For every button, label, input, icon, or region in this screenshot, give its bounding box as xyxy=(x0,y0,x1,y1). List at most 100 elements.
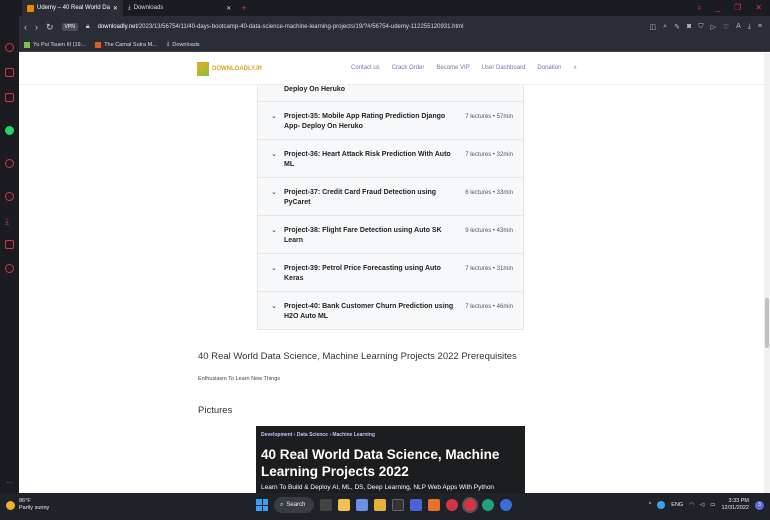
back-icon[interactable]: ‹ xyxy=(24,22,27,32)
download-icon[interactable]: ⤓ xyxy=(748,23,751,31)
close-tab-icon[interactable]: ✕ xyxy=(226,5,231,12)
history-icon[interactable] xyxy=(5,192,14,201)
page-scrollbar[interactable] xyxy=(764,53,770,493)
split-view-icon[interactable]: ◫ xyxy=(650,23,657,31)
tab-label: Downloads xyxy=(133,5,164,11)
site-header: DOWNLOADLY.IR Contact us Crack Order Bec… xyxy=(19,53,764,85)
bookmark-item[interactable]: ⤓ Downloads xyxy=(167,41,200,48)
tab-udemy[interactable]: Udemy – 40 Real World Da ✕ xyxy=(22,0,123,16)
vpn-badge[interactable]: VPN xyxy=(61,23,78,31)
app-icon[interactable] xyxy=(356,499,368,511)
volume-icon[interactable]: ◁ xyxy=(700,502,704,508)
curriculum-row[interactable]: ⌄ Project-39: Petrol Price Forecasting u… xyxy=(257,254,524,292)
section-meta: 9 lectures • 43min xyxy=(465,228,513,234)
curriculum-row[interactable]: ⌄ Project-35: Mobile App Rating Predicti… xyxy=(257,102,524,140)
menu-donation[interactable]: Donation xyxy=(537,65,561,72)
opera-active-icon[interactable] xyxy=(464,499,476,511)
weather-widget[interactable]: 86°F Partly sunny xyxy=(6,498,49,512)
taskbar-search[interactable]: ⌕ Search xyxy=(274,497,314,513)
reload-icon[interactable]: ↻ xyxy=(46,22,54,33)
section-title: Project-37: Credit Card Fraud Detection … xyxy=(284,189,437,206)
system-tray: ^ ENG ◠ ◁ ▭ 3:33 PM 12/31/2022 3 xyxy=(649,498,764,512)
language-indicator[interactable]: ENG xyxy=(671,502,683,508)
windows-start-icon[interactable] xyxy=(256,499,268,511)
temperature: 86°F xyxy=(19,498,31,504)
opera-icon[interactable] xyxy=(446,499,458,511)
course-breadcrumb: Development › Data Science › Machine Lea… xyxy=(261,432,375,438)
menu-user-dashboard[interactable]: User Dashboard xyxy=(482,65,526,72)
bookmark-item[interactable]: The Carnal Sutra M... xyxy=(95,41,157,48)
minimize-icon[interactable]: _ xyxy=(716,3,720,13)
section-meta: 7 lectures • 46min xyxy=(465,304,513,310)
clock[interactable]: 3:33 PM 12/31/2022 xyxy=(721,498,749,512)
curriculum-row[interactable]: ⌄ Project-37: Credit Card Fraud Detectio… xyxy=(257,178,524,216)
search-icon[interactable]: ⌕ xyxy=(697,3,701,13)
settings-icon[interactable] xyxy=(5,264,14,273)
heart-icon[interactable]: ♡ xyxy=(723,23,729,31)
app-icon[interactable] xyxy=(428,499,440,511)
forward-icon[interactable]: › xyxy=(35,22,38,32)
curriculum-row[interactable]: ⌄ Project-36: Heart Attack Risk Predicti… xyxy=(257,140,524,178)
curriculum-row[interactable]: Deploy On Heruko xyxy=(257,85,524,102)
edit-icon[interactable]: ✎ xyxy=(674,23,680,31)
curriculum-row[interactable]: ⌄ Project-38: Flight Fare Detection usin… xyxy=(257,216,524,254)
whatsapp-icon[interactable] xyxy=(5,126,14,135)
notification-badge[interactable]: 3 xyxy=(755,500,764,510)
app-icon[interactable] xyxy=(410,499,422,511)
prerequisites-heading: 40 Real World Data Science, Machine Lear… xyxy=(198,351,517,362)
extensions-icon[interactable] xyxy=(5,240,14,249)
taskbar-apps: ⌕ Search xyxy=(256,497,512,513)
terminal-icon[interactable] xyxy=(392,499,404,511)
url-field[interactable]: downloadly.net/2023/13/56754/11/40-days-… xyxy=(98,24,642,30)
edge-icon[interactable] xyxy=(482,499,494,511)
firefox-icon[interactable] xyxy=(500,499,512,511)
camera-icon[interactable]: ◙ xyxy=(687,23,691,31)
more-icon[interactable]: … xyxy=(6,478,13,485)
section-meta: 7 lectures • 31min xyxy=(465,266,513,272)
player-icon[interactable] xyxy=(5,159,14,168)
tab-label: Udemy – 40 Real World Da xyxy=(37,5,110,11)
bookmark-item[interactable]: Yu Pui Tsuen III (19... xyxy=(24,41,85,48)
course-subtitle: Learn To Build & Deploy AI, ML, DS, Deep… xyxy=(261,484,495,491)
file-explorer-icon[interactable] xyxy=(338,499,350,511)
new-tab-button[interactable]: + xyxy=(236,0,251,16)
course-screenshot[interactable]: Development › Data Science › Machine Lea… xyxy=(256,426,525,493)
messenger-icon[interactable] xyxy=(5,93,14,102)
menu-contact[interactable]: Contact us xyxy=(351,65,380,72)
site-logo[interactable]: DOWNLOADLY.IR xyxy=(197,62,262,76)
app-icon[interactable] xyxy=(374,499,386,511)
menu-crack-order[interactable]: Crack Order xyxy=(392,65,425,72)
task-view-icon[interactable] xyxy=(320,499,332,511)
chevron-down-icon: ⌄ xyxy=(271,227,277,234)
download-icon: ⤓ xyxy=(127,4,131,11)
scrollbar-thumb[interactable] xyxy=(765,298,769,348)
curriculum-row[interactable]: ⌄ Project-40: Bank Customer Churn Predic… xyxy=(257,292,524,330)
time: 3:33 PM xyxy=(728,498,749,504)
chevron-up-icon[interactable]: ^ xyxy=(649,502,652,508)
close-tab-icon[interactable]: ✕ xyxy=(113,5,118,12)
play-icon[interactable]: ▷ xyxy=(710,23,715,31)
onedrive-icon[interactable] xyxy=(657,501,666,509)
weather-icon xyxy=(6,501,15,510)
wifi-icon[interactable]: ◠ xyxy=(689,502,694,508)
udemy-favicon-icon xyxy=(27,4,34,12)
tab-downloads[interactable]: ⤓ Downloads ✕ xyxy=(123,0,236,16)
shop-icon[interactable] xyxy=(5,68,14,77)
menu-become-vip[interactable]: Become VIP xyxy=(436,65,469,72)
section-meta: 6 lectures • 33min xyxy=(465,190,513,196)
search-icon[interactable]: ⌕ xyxy=(573,65,576,72)
close-icon[interactable]: ✕ xyxy=(755,3,762,13)
address-bar: ‹ › ↻ VPN 🔒︎ downloadly.net/2023/13/5675… xyxy=(0,16,770,38)
downloads-icon[interactable]: ⤓ xyxy=(5,216,14,226)
home-icon[interactable] xyxy=(5,43,14,52)
translate-icon[interactable]: A xyxy=(736,23,741,31)
menu-icon[interactable]: ≡ xyxy=(758,23,762,31)
chevron-down-icon: ⌄ xyxy=(271,303,277,310)
shield-icon[interactable]: ⛉ xyxy=(698,23,703,31)
search-page-icon[interactable]: ⌕ xyxy=(663,23,667,31)
battery-icon[interactable]: ▭ xyxy=(710,502,715,508)
lock-icon[interactable]: 🔒︎ xyxy=(86,23,90,31)
section-title: Project-36: Heart Attack Risk Prediction… xyxy=(284,151,451,168)
section-title: Project-39: Petrol Price Forecasting usi… xyxy=(284,265,441,282)
maximize-icon[interactable]: ❐ xyxy=(734,3,741,13)
